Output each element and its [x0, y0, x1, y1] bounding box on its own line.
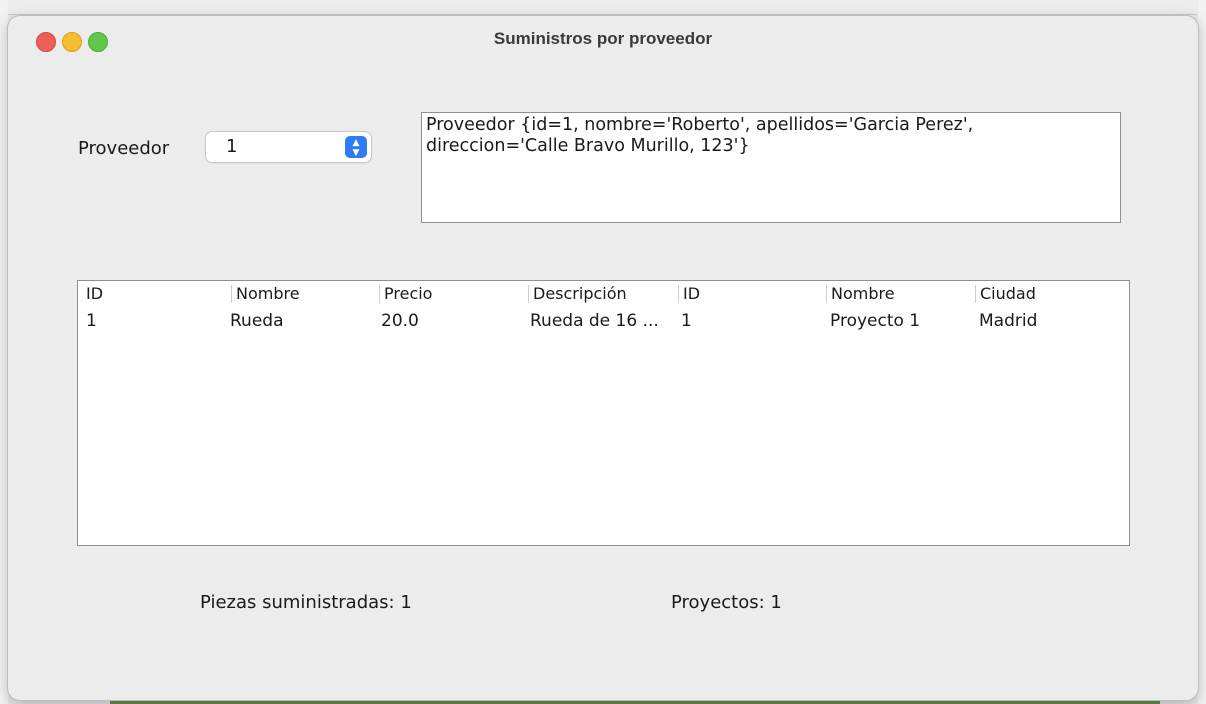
- column-header-proyecto-id[interactable]: ID: [678, 285, 700, 303]
- minimize-window-button[interactable]: [62, 32, 82, 52]
- proyectos-count-label: Proyectos: 1: [671, 592, 782, 613]
- column-header-descripcion[interactable]: Descripción: [528, 285, 627, 303]
- info-line-1: Proveedor {id=1, nombre='Roberto', apell…: [426, 115, 974, 135]
- title-bar[interactable]: Suministros por proveedor: [8, 16, 1198, 66]
- window-title: Suministros por proveedor: [493, 29, 713, 48]
- cell-proyecto-id: 1: [681, 311, 692, 331]
- column-header-proyecto-nombre[interactable]: Nombre: [826, 285, 895, 303]
- proveedor-info-textarea[interactable]: Proveedor {id=1, nombre='Roberto', apell…: [421, 112, 1121, 223]
- cell-descripcion: Rueda de 16 ...: [530, 311, 659, 331]
- background-window-edge: [0, 0, 1206, 15]
- piezas-count-label: Piezas suministradas: 1: [200, 592, 412, 613]
- info-line-2: direccion='Calle Bravo Murillo, 123'}: [426, 136, 750, 156]
- cell-proyecto-nombre: Proyecto 1: [830, 311, 921, 331]
- updown-chevron-icon[interactable]: ▲ ▼: [345, 136, 367, 158]
- proveedor-select-value: 1: [226, 136, 238, 157]
- table-header: ID Nombre Precio Descripción ID Nombre C…: [78, 281, 1129, 305]
- cell-ciudad: Madrid: [979, 311, 1038, 331]
- app-window: Suministros por proveedor Proveedor 1 ▲ ▼…: [8, 16, 1198, 700]
- suministros-table[interactable]: ID Nombre Precio Descripción ID Nombre C…: [77, 280, 1130, 546]
- proveedor-select[interactable]: 1 ▲ ▼: [206, 132, 371, 162]
- column-header-pieza-nombre[interactable]: Nombre: [231, 285, 300, 303]
- proveedor-label: Proveedor: [78, 138, 170, 159]
- column-header-precio[interactable]: Precio: [379, 285, 432, 303]
- maximize-window-button[interactable]: [88, 32, 108, 52]
- cell-pieza-nombre: Rueda: [230, 311, 284, 331]
- background-right-edge: [1198, 0, 1206, 704]
- column-header-ciudad[interactable]: Ciudad: [975, 285, 1036, 303]
- close-window-button[interactable]: [36, 32, 56, 52]
- cell-precio: 20.0: [381, 311, 419, 331]
- cell-pieza-id: 1: [86, 311, 97, 331]
- background-left-edge: [0, 0, 8, 704]
- column-header-pieza-id[interactable]: ID: [82, 285, 103, 303]
- table-row[interactable]: 1 Rueda 20.0 Rueda de 16 ... 1 Proyecto …: [78, 309, 1129, 333]
